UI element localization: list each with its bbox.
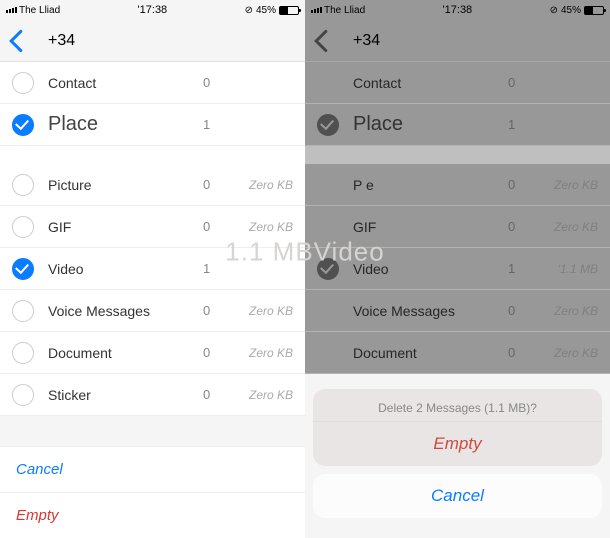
carrier: The Lliad	[324, 5, 365, 16]
row-count: 0	[203, 345, 235, 360]
row-count: 0	[203, 303, 235, 318]
row-count: 0	[203, 177, 235, 192]
row-label: GIF	[353, 219, 508, 235]
radio-icon	[12, 342, 34, 364]
back-button[interactable]	[8, 29, 24, 53]
empty-button[interactable]: Empty	[0, 493, 305, 538]
row-gif[interactable]: GIF 0 Zero KB	[305, 206, 610, 248]
row-label: Contact	[48, 75, 203, 91]
radio-icon	[12, 72, 34, 94]
row-size: Zero KB	[540, 304, 598, 318]
nav-title: +34	[353, 32, 380, 50]
row-voice[interactable]: Voice Messages 0 Zero KB	[305, 290, 610, 332]
row-label: Place	[48, 113, 203, 136]
row-place[interactable]: Place 1	[0, 104, 305, 146]
row-label: Picture	[48, 177, 203, 193]
row-document[interactable]: Document 0 Zero KB	[305, 332, 610, 374]
row-size: Zero KB	[540, 178, 598, 192]
row-video[interactable]: Video 1 '1.1 MB	[305, 248, 610, 290]
radio-checked-icon	[317, 114, 339, 136]
row-count: 0	[203, 387, 235, 402]
row-label: GIF	[48, 219, 203, 235]
row-count: 0	[508, 219, 540, 234]
row-size: Zero KB	[235, 388, 293, 402]
clock: '17:38	[443, 4, 473, 16]
nav-title: +34	[48, 32, 75, 50]
battery-percent: 45%	[256, 5, 276, 16]
action-sheet: Delete 2 Messages (1.1 MB)? Empty Cancel	[313, 389, 602, 518]
row-gif[interactable]: GIF 0 Zero KB	[0, 206, 305, 248]
row-label: P e	[353, 177, 508, 193]
battery-icon	[584, 6, 604, 15]
radio-icon	[12, 174, 34, 196]
row-label: Document	[48, 345, 203, 361]
row-label: Place	[353, 113, 508, 136]
carrier: The Lliad	[19, 5, 60, 16]
footer: Cancel Empty	[0, 446, 305, 538]
nav-bar: +34	[305, 20, 610, 62]
row-size: Zero KB	[235, 346, 293, 360]
row-voice[interactable]: Voice Messages 0 Zero KB	[0, 290, 305, 332]
row-label: Video	[353, 261, 508, 277]
row-contact[interactable]: Contact 0	[0, 62, 305, 104]
radio-icon	[12, 300, 34, 322]
row-size: Zero KB	[235, 220, 293, 234]
signal-icon	[311, 7, 322, 13]
row-count: 0	[508, 75, 540, 90]
row-label: Voice Messages	[48, 303, 203, 319]
sheet-header: Delete 2 Messages (1.1 MB)?	[313, 389, 602, 421]
radio-icon	[12, 384, 34, 406]
row-count: 0	[508, 345, 540, 360]
nav-bar: +34	[0, 20, 305, 62]
row-picture[interactable]: Picture 0 Zero KB	[0, 164, 305, 206]
radio-icon	[317, 300, 339, 322]
row-video[interactable]: Video 1	[0, 248, 305, 290]
signal-icon	[6, 7, 17, 13]
sheet-empty-button[interactable]: Empty	[313, 421, 602, 466]
row-count: 1	[508, 117, 540, 132]
row-picture[interactable]: P e 0 Zero KB	[305, 164, 610, 206]
row-size: Zero KB	[235, 304, 293, 318]
row-label: Voice Messages	[353, 303, 508, 319]
row-place[interactable]: Place 1	[305, 104, 610, 146]
row-count: 0	[508, 177, 540, 192]
row-label: Sticker	[48, 387, 203, 403]
status-bar: The Lliad '17:38 ⊘ 45%	[0, 0, 305, 20]
row-count: 1	[508, 261, 540, 276]
clock: '17:38	[138, 4, 168, 16]
back-button[interactable]	[313, 29, 329, 53]
row-count: 1	[203, 117, 235, 132]
radio-icon	[317, 174, 339, 196]
radio-icon	[12, 216, 34, 238]
row-label: Contact	[353, 75, 508, 91]
screen-right: The Lliad '17:38 ⊘ 45% +34 Contact	[305, 0, 610, 538]
row-document[interactable]: Document 0 Zero KB	[0, 332, 305, 374]
rotation-lock-icon: ⊘	[550, 5, 558, 16]
row-label: Document	[353, 345, 508, 361]
radio-icon	[317, 216, 339, 238]
row-size: Zero KB	[235, 178, 293, 192]
sheet-cancel-button[interactable]: Cancel	[313, 474, 602, 518]
radio-checked-icon	[12, 258, 34, 280]
radio-icon	[317, 72, 339, 94]
row-size: '1.1 MB	[540, 262, 598, 276]
screen-left: The Lliad '17:38 ⊘ 45% +34 Contact 0	[0, 0, 305, 538]
radio-checked-icon	[317, 258, 339, 280]
row-size: Zero KB	[540, 220, 598, 234]
radio-icon	[317, 342, 339, 364]
cancel-button[interactable]: Cancel	[0, 447, 305, 493]
row-count: 0	[203, 75, 235, 90]
row-contact[interactable]: Contact 0	[305, 62, 610, 104]
battery-percent: 45%	[561, 5, 581, 16]
row-count: 0	[508, 303, 540, 318]
row-count: 1	[203, 261, 235, 276]
radio-checked-icon	[12, 114, 34, 136]
row-sticker[interactable]: Sticker 0 Zero KB	[0, 374, 305, 416]
row-size: Zero KB	[540, 346, 598, 360]
status-bar: The Lliad '17:38 ⊘ 45%	[305, 0, 610, 20]
rotation-lock-icon: ⊘	[245, 5, 253, 16]
row-label: Video	[48, 261, 203, 277]
row-count: 0	[203, 219, 235, 234]
battery-icon	[279, 6, 299, 15]
